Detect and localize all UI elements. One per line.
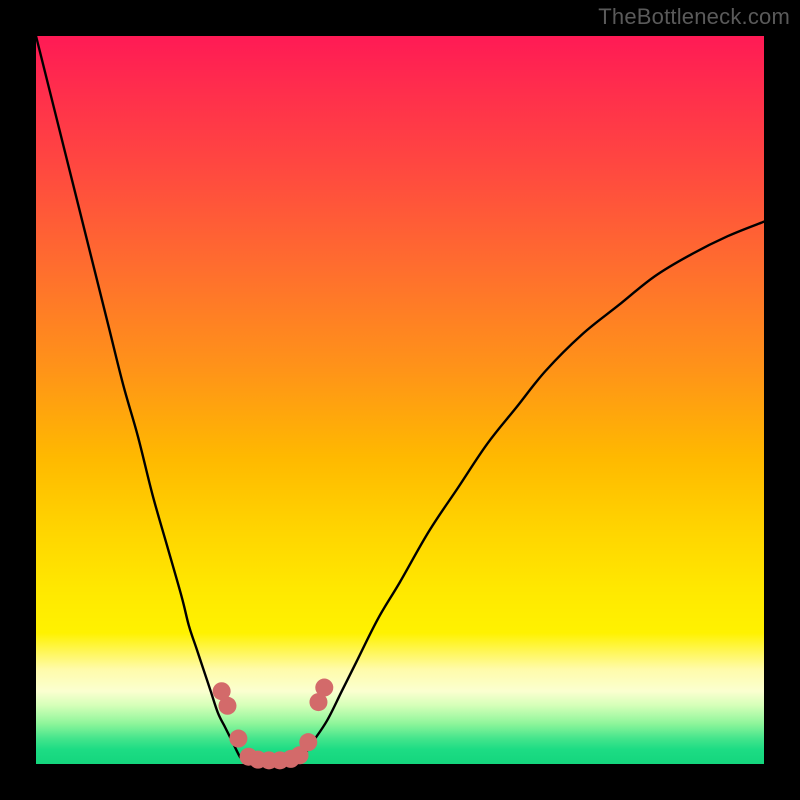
watermark-text: TheBottleneck.com xyxy=(598,4,790,30)
chart-frame: TheBottleneck.com xyxy=(0,0,800,800)
highlight-dot xyxy=(218,697,236,715)
highlight-dot xyxy=(229,730,247,748)
highlight-dots xyxy=(213,679,334,770)
chart-plot-area xyxy=(36,36,764,764)
series-right-branch xyxy=(298,222,764,761)
highlight-dot xyxy=(299,733,317,751)
highlight-dot xyxy=(315,679,333,697)
series-left-branch xyxy=(36,36,243,760)
chart-svg xyxy=(36,36,764,764)
